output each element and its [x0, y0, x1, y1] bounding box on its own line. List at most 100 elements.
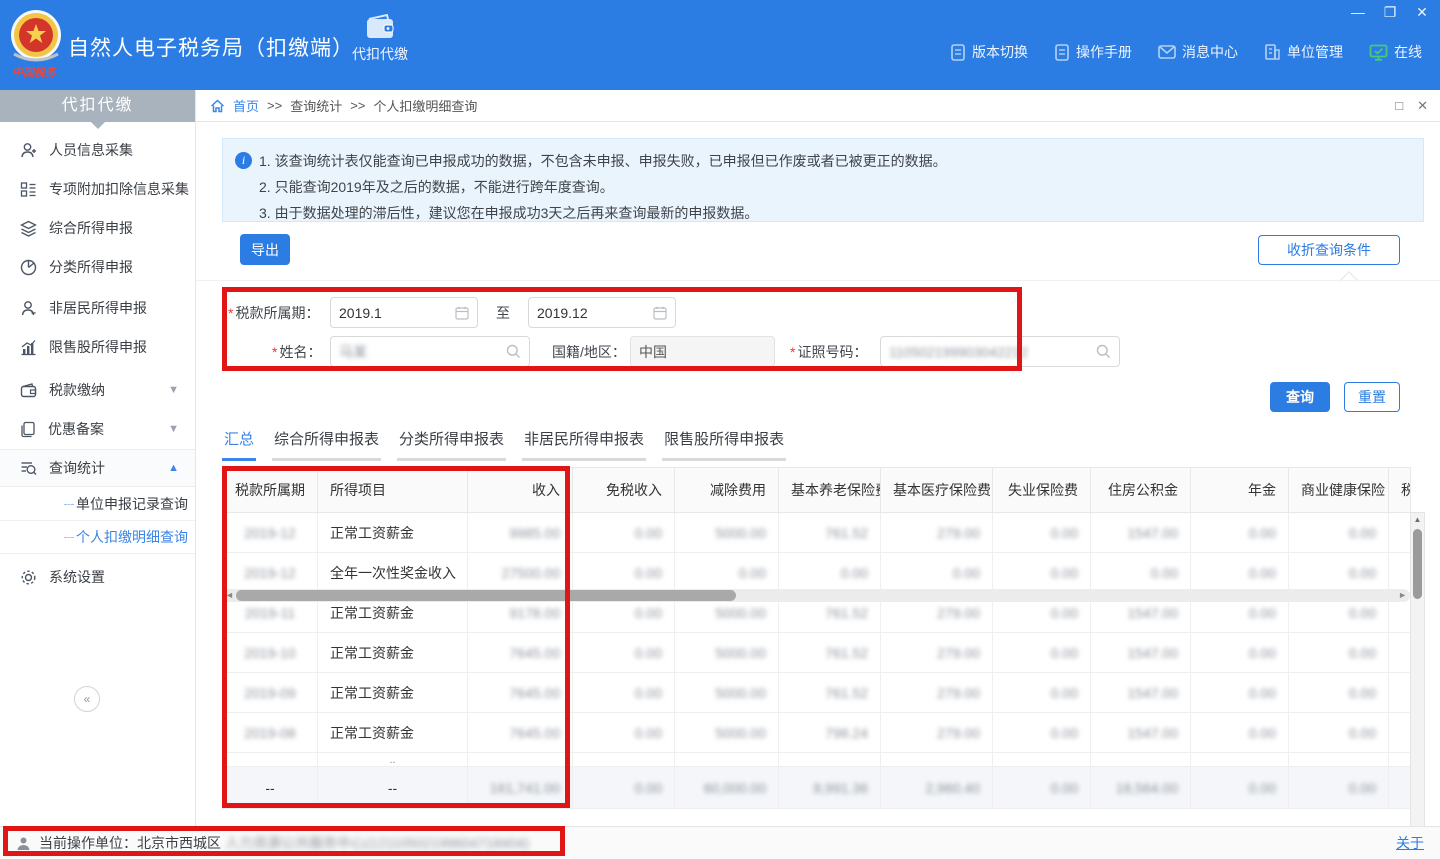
tab-classified[interactable]: 分类所得申报表	[397, 428, 506, 461]
online-status[interactable]: 在线	[1369, 42, 1422, 62]
sidebar-item-preferential[interactable]: 优惠备案 ▼	[0, 410, 195, 448]
summary-value: 0.00	[1249, 780, 1276, 796]
sidebar-item-special-deduction[interactable]: 专项附加扣除信息采集	[0, 170, 195, 208]
cell-value: 0.00	[1051, 565, 1078, 581]
cell-value: 761.52	[825, 605, 868, 621]
name-input[interactable]: 马某	[330, 336, 530, 367]
table-row[interactable]: 2019-09 正常工资薪金 7645.00 0.00 5000.00 761.…	[223, 673, 1411, 713]
current-unit-visible: 北京市西城区	[137, 833, 221, 853]
sidebar-item-comprehensive[interactable]: 综合所得申报	[0, 209, 195, 247]
main-content: i 1. 该查询统计表仅能查询已申报成功的数据，不包含未申报、申报失败，已申报但…	[196, 122, 1440, 826]
id-number-value: 110502199903042212	[889, 344, 1096, 360]
cell-value: 0.00	[635, 605, 662, 621]
collapse-query-button[interactable]: 收折查询条件	[1258, 235, 1400, 265]
breadcrumb-level1[interactable]: 查询统计	[290, 96, 342, 115]
col-header-health-insurance: 商业健康保险	[1289, 468, 1389, 513]
unit-management-label: 单位管理	[1287, 42, 1343, 62]
cell-value: 5000.00	[715, 525, 766, 541]
result-tabs: 汇总 综合所得申报表 分类所得申报表 非居民所得申报表 限售股所得申报表	[222, 428, 786, 461]
calendar-icon[interactable]	[455, 306, 469, 320]
cell-income-item: ..	[318, 753, 468, 767]
tab-summary[interactable]: 汇总	[222, 428, 256, 461]
restore-icon[interactable]: ❐	[1382, 4, 1398, 21]
search-icon[interactable]	[506, 344, 521, 359]
sidebar-item-query-stats[interactable]: 查询统计 ▲	[0, 449, 195, 487]
tab-comprehensive[interactable]: 综合所得申报表	[272, 428, 381, 461]
sidebar-item-label: 专项附加扣除信息采集	[49, 179, 189, 199]
about-link[interactable]: 关于	[1396, 833, 1424, 853]
online-label: 在线	[1394, 42, 1422, 62]
unit-management-link[interactable]: 单位管理	[1264, 42, 1343, 62]
period-to-input[interactable]: 2019.12	[528, 297, 676, 328]
cell-value: 7645.00	[509, 645, 560, 661]
scroll-right-icon[interactable]: ►	[1398, 589, 1407, 602]
period-from-input[interactable]: 2019.1	[330, 297, 478, 328]
vertical-scrollbar[interactable]: ▲ ▼	[1410, 512, 1425, 859]
tab-restricted-stock[interactable]: 限售股所得申报表	[662, 428, 786, 461]
sidebar-collapse-button[interactable]: «	[74, 686, 100, 712]
cell-period: 2019-10	[244, 645, 295, 661]
tree-stub	[64, 504, 74, 505]
panel-maximize-icon[interactable]: □	[1395, 98, 1403, 114]
breadcrumb-level2: 个人扣缴明细查询	[373, 96, 477, 115]
cell-value: 5000.00	[715, 725, 766, 741]
cell-value: 0.00	[635, 725, 662, 741]
cell-period: 2019-12	[244, 525, 295, 541]
sidebar-subitem-personal-detail[interactable]: 个人扣缴明细查询	[0, 521, 195, 554]
minimize-icon[interactable]: —	[1350, 4, 1366, 21]
query-button[interactable]: 查询	[1270, 382, 1330, 412]
table-row[interactable]: 2019-12 全年一次性奖金收入 27500.00 0.00 0.00 0.0…	[223, 553, 1411, 593]
horizontal-scrollbar[interactable]: ◄ ►	[222, 589, 1410, 602]
home-icon[interactable]	[210, 99, 225, 113]
sidebar-item-tax-payment[interactable]: 税款缴纳 ▼	[0, 371, 195, 409]
table-row[interactable]: 2019-12 正常工资薪金 9985.00 0.00 5000.00 761.…	[223, 513, 1411, 553]
period-from-value: 2019.1	[339, 305, 455, 321]
sidebar-item-classified[interactable]: 分类所得申报	[0, 248, 195, 286]
scroll-up-icon[interactable]: ▲	[1411, 513, 1424, 527]
sidebar-item-label: 限售股所得申报	[49, 337, 147, 357]
summary-value: 0.00	[1051, 780, 1078, 796]
sidebar-item-label: 系统设置	[49, 567, 105, 587]
panel-close-icon[interactable]: ✕	[1417, 98, 1428, 114]
vertical-scroll-thumb[interactable]	[1413, 529, 1422, 599]
export-button[interactable]: 导出	[240, 234, 290, 265]
cell-value: 1547.00	[1127, 645, 1178, 661]
message-center-link[interactable]: 消息中心	[1158, 42, 1238, 62]
reset-button[interactable]: 重置	[1344, 382, 1400, 412]
building-icon	[1264, 44, 1281, 60]
cell-value: 1547.00	[1127, 525, 1178, 541]
cell-value: 7645.00	[509, 725, 560, 741]
person-plus-icon	[20, 142, 37, 159]
nav-withholding[interactable]: 代扣代缴	[348, 14, 412, 64]
envelope-icon	[1158, 45, 1176, 59]
cell-value: 0.00	[953, 565, 980, 581]
calendar-icon[interactable]	[653, 306, 667, 320]
search-icon[interactable]	[1096, 344, 1111, 359]
cell-value: 0.00	[1349, 565, 1376, 581]
sidebar-item-system-settings[interactable]: 系统设置	[0, 558, 195, 596]
sidebar-subitem-unit-record[interactable]: 单位申报记录查询	[0, 488, 195, 521]
cell-value: 0.00	[1051, 685, 1078, 701]
tab-nonresident[interactable]: 非居民所得申报表	[522, 428, 646, 461]
sidebar-item-restricted-stock[interactable]: 限售股所得申报	[0, 328, 195, 366]
horizontal-scroll-thumb[interactable]	[236, 590, 736, 601]
breadcrumb: 首页 >> 查询统计 >> 个人扣缴明细查询 □ ✕	[196, 90, 1440, 122]
table-row[interactable]: 2019-10 正常工资薪金 7645.00 0.00 5000.00 761.…	[223, 633, 1411, 673]
table-row[interactable]: 2019-08 正常工资薪金 7645.00 0.00 5000.00 798.…	[223, 713, 1411, 753]
sidebar-item-personnel[interactable]: 人员信息采集	[0, 131, 195, 169]
cell-value: 761.52	[825, 525, 868, 541]
version-switch-link[interactable]: 版本切换	[950, 42, 1028, 62]
sidebar-item-nonresident[interactable]: 非居民所得申报	[0, 289, 195, 327]
result-table: 税款所属期 所得项目 收入 免税收入 减除费用 基本养老保险费 基本医疗保险费 …	[222, 467, 1410, 809]
table-header-row: 税款所属期 所得项目 收入 免税收入 减除费用 基本养老保险费 基本医疗保险费 …	[223, 468, 1411, 513]
close-icon[interactable]: ✕	[1414, 4, 1430, 21]
id-number-input[interactable]: 110502199903042212	[880, 336, 1120, 367]
scroll-left-icon[interactable]: ◄	[225, 589, 234, 602]
cell-value: 0.00	[635, 645, 662, 661]
table-row-partial[interactable]: ..	[223, 753, 1411, 767]
sidebar-subitem-label: 个人扣缴明细查询	[76, 527, 188, 547]
notice-line-2: 2. 只能查询2019年及之后的数据，不能进行跨年度查询。	[259, 174, 1409, 200]
manual-link[interactable]: 操作手册	[1054, 42, 1132, 62]
breadcrumb-home[interactable]: 首页	[233, 96, 259, 115]
cell-income-item: 正常工资薪金	[318, 713, 468, 753]
